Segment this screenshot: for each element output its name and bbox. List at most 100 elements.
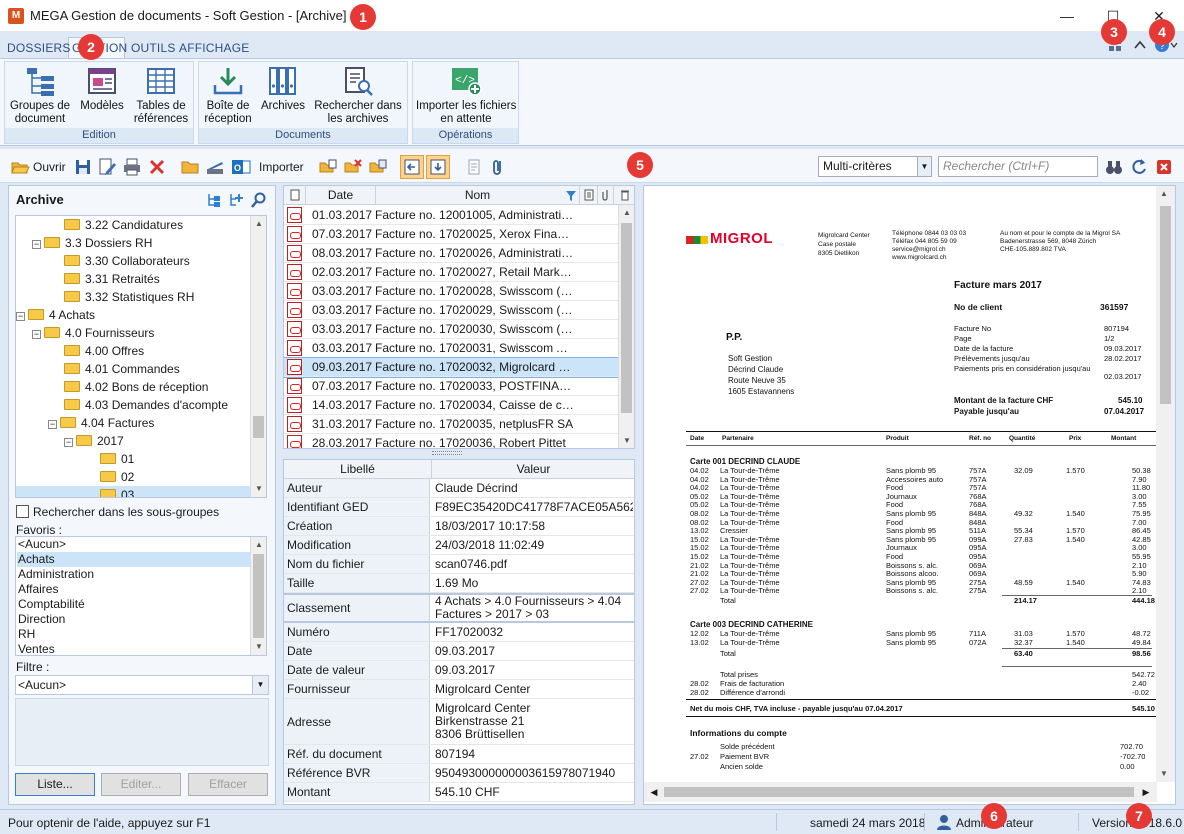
scroll-down-icon[interactable]: ▼ bbox=[251, 481, 266, 497]
collapse-icon[interactable]: − bbox=[16, 312, 25, 321]
tree-node[interactable]: − 3.3 Dossiers RH bbox=[32, 234, 152, 252]
property-row[interactable]: Taille 1.69 Mo bbox=[284, 574, 634, 593]
property-value[interactable]: 807194 bbox=[435, 745, 633, 763]
property-value[interactable]: 09.03.2017 bbox=[435, 642, 633, 660]
date-column-header[interactable]: Date bbox=[306, 186, 376, 205]
scroll-thumb[interactable] bbox=[253, 554, 264, 638]
property-row[interactable]: Numéro FF17020032 bbox=[284, 623, 634, 642]
scroll-up-icon[interactable]: ▲ bbox=[1156, 186, 1172, 202]
scroll-thumb[interactable] bbox=[664, 787, 1134, 797]
previous-document-icon[interactable] bbox=[400, 155, 424, 179]
delete-icon[interactable] bbox=[147, 157, 167, 177]
document-row[interactable]: 09.03.2017 Facture no. 17020032, Migrolca… bbox=[284, 357, 619, 378]
tree-node[interactable]: 4.01 Commandes bbox=[64, 360, 180, 378]
favorite-item[interactable]: Administration bbox=[17, 567, 251, 582]
property-value[interactable]: 1.69 Mo bbox=[435, 574, 633, 592]
collapse-icon[interactable]: − bbox=[48, 420, 57, 429]
property-value[interactable]: Claude Décrind bbox=[435, 479, 633, 497]
property-value[interactable]: FF17020032 bbox=[435, 623, 633, 641]
scroll-down-icon[interactable]: ▼ bbox=[251, 639, 266, 655]
edit-button[interactable]: Editer... bbox=[101, 773, 181, 796]
favorite-item[interactable]: <Aucun> bbox=[17, 537, 251, 552]
scroll-left-icon[interactable]: ◀ bbox=[646, 784, 662, 800]
property-value[interactable]: 09.03.2017 bbox=[435, 661, 633, 679]
attachment-icon[interactable] bbox=[488, 157, 508, 177]
notes-column-icon[interactable] bbox=[580, 186, 598, 205]
favorite-item[interactable]: Affaires bbox=[17, 582, 251, 597]
document-row[interactable]: 02.03.2017 Facture no. 17020027, Retail M… bbox=[284, 263, 618, 282]
type-column-header[interactable] bbox=[284, 186, 306, 205]
tree-node[interactable]: 4.00 Offres bbox=[64, 342, 144, 360]
preview-hscrollbar[interactable]: ◀ ▶ bbox=[644, 782, 1157, 802]
property-row[interactable]: Référence BVR 950493000000003615978071940 bbox=[284, 764, 634, 783]
search-icon[interactable] bbox=[251, 192, 267, 208]
collapse-ribbon-icon[interactable] bbox=[1133, 38, 1147, 52]
attachment-column-icon[interactable] bbox=[598, 186, 614, 205]
doclist-scrollbar[interactable]: ▲ ▼ bbox=[618, 205, 634, 448]
property-row[interactable]: Montant 545.10 CHF bbox=[284, 783, 634, 802]
inbox-button[interactable]: Boîte de réception bbox=[202, 66, 254, 126]
property-value[interactable]: 4 Achats > 4.0 Fournisseurs > 4.04 Factu… bbox=[435, 595, 633, 621]
minimize-button[interactable]: — bbox=[1044, 0, 1090, 32]
collapse-icon[interactable]: − bbox=[32, 330, 41, 339]
document-row[interactable]: 07.03.2017 Facture no. 17020025, Xerox Fi… bbox=[284, 225, 618, 244]
clear-search-icon[interactable] bbox=[1154, 157, 1174, 177]
import-pending-button[interactable]: </> Importer les fichiers en attente bbox=[416, 66, 516, 126]
property-row[interactable]: Création 18/03/2017 10:17:58 bbox=[284, 517, 634, 536]
property-row[interactable]: Adresse Migrolcard Center Birkenstrasse 2… bbox=[284, 699, 634, 745]
favorites-list[interactable]: <Aucun> Achats Administration Affaires Compt… bbox=[15, 536, 267, 656]
favorites-scrollbar[interactable]: ▲ ▼ bbox=[250, 537, 266, 655]
property-row[interactable]: Identifiant GED F89EC35420DC41778F7ACE05A… bbox=[284, 498, 634, 517]
tree-node[interactable]: − 2017 bbox=[64, 432, 124, 450]
tree-node[interactable]: 3.22 Candidatures bbox=[64, 216, 183, 234]
document-icon[interactable] bbox=[464, 157, 484, 177]
document-groups-button[interactable]: Groupes de document bbox=[8, 66, 72, 126]
document-row[interactable]: 03.03.2017 Facture no. 17020029, Swisscom… bbox=[284, 301, 618, 320]
scanner-icon[interactable] bbox=[205, 157, 225, 177]
collapse-icon[interactable]: − bbox=[32, 240, 41, 249]
favorite-item[interactable]: Direction bbox=[17, 612, 251, 627]
scroll-right-icon[interactable]: ▶ bbox=[1138, 784, 1154, 800]
filter-icon[interactable] bbox=[566, 190, 576, 201]
add-group-icon[interactable] bbox=[228, 192, 244, 208]
tree-node[interactable]: 4.02 Bons de réception bbox=[64, 378, 208, 396]
properties-grid[interactable]: Libellé Valeur Auteur Claude Décrind Ident… bbox=[283, 459, 635, 805]
next-document-icon[interactable] bbox=[426, 155, 450, 179]
remove-from-folder-icon[interactable] bbox=[343, 157, 363, 177]
tree-node[interactable]: 3.32 Statistiques RH bbox=[64, 288, 194, 306]
tree-node[interactable]: 4.03 Demandes d'acompte bbox=[64, 396, 228, 414]
binoculars-icon[interactable] bbox=[1104, 157, 1124, 177]
tree-scrollbar[interactable]: ▲ ▼ bbox=[250, 216, 266, 497]
scroll-thumb[interactable] bbox=[1160, 206, 1171, 404]
save-icon[interactable] bbox=[73, 157, 93, 177]
tree-node[interactable]: − 4 Achats bbox=[16, 306, 95, 324]
scroll-down-icon[interactable]: ▼ bbox=[619, 433, 634, 448]
property-row[interactable]: Modification 24/03/2018 11:02:49 bbox=[284, 536, 634, 555]
print-icon[interactable] bbox=[122, 157, 142, 177]
tab-affichage[interactable]: AFFICHAGE bbox=[179, 41, 249, 55]
scroll-up-icon[interactable]: ▲ bbox=[251, 537, 266, 553]
property-value[interactable]: scan0746.pdf bbox=[435, 555, 633, 573]
search-mode-select[interactable]: Multi-critères ▼ bbox=[818, 156, 932, 177]
outlook-icon[interactable]: O bbox=[231, 157, 251, 177]
property-row[interactable]: Nom du fichier scan0746.pdf bbox=[284, 555, 634, 574]
reference-tables-button[interactable]: Tables de références bbox=[132, 66, 190, 126]
name-column-header[interactable]: Nom bbox=[376, 186, 580, 205]
document-list[interactable]: Date Nom 01.03.2017 Facture no. 12001005,… bbox=[283, 185, 635, 449]
clear-button[interactable]: Effacer bbox=[188, 773, 268, 796]
expand-tree-icon[interactable] bbox=[206, 192, 222, 208]
trash-column-icon[interactable] bbox=[614, 186, 634, 205]
tree-node[interactable]: 03 bbox=[16, 486, 252, 497]
scroll-up-icon[interactable]: ▲ bbox=[619, 205, 634, 221]
favorite-item[interactable]: Comptabilité bbox=[17, 597, 251, 612]
tree-node[interactable]: − 4.04 Factures bbox=[48, 414, 154, 432]
search-input[interactable]: Rechercher (Ctrl+F) bbox=[938, 156, 1098, 177]
subgroups-checkbox[interactable] bbox=[16, 505, 29, 518]
list-button[interactable]: Liste... bbox=[15, 773, 95, 796]
copy-to-folder-icon[interactable] bbox=[318, 157, 338, 177]
edit-document-icon[interactable] bbox=[97, 157, 117, 177]
archives-button[interactable]: Archives bbox=[259, 66, 307, 113]
tab-dossiers[interactable]: DOSSIERS bbox=[7, 41, 71, 55]
tree-node[interactable]: 3.30 Collaborateurs bbox=[64, 252, 190, 270]
tab-outils[interactable]: OUTILS bbox=[131, 41, 176, 55]
